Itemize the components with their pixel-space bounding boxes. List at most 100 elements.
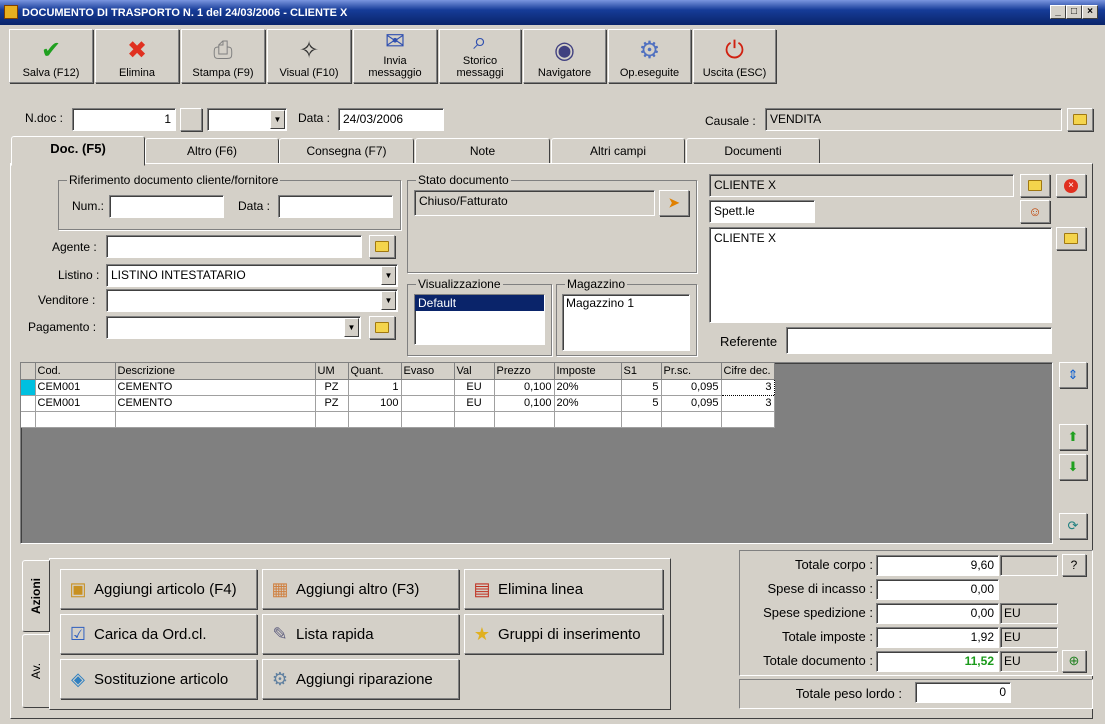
ndoc-series-select[interactable]: ▼: [207, 108, 287, 131]
gears-search-toolbar-button[interactable]: ⚙ Op.eseguite: [608, 29, 691, 83]
address-folder-button[interactable]: [1056, 227, 1086, 250]
delete-toolbar-button[interactable]: ✖ Elimina: [95, 29, 179, 83]
ndoc-input[interactable]: 1: [72, 108, 176, 131]
table-cell[interactable]: CEM001: [35, 395, 116, 412]
cliente-remove-button[interactable]: ×: [1056, 174, 1086, 197]
table-cell[interactable]: 20%: [554, 395, 622, 412]
listino-select[interactable]: LISTINO INTESTATARIO ▼: [106, 264, 398, 287]
help-button[interactable]: ?: [1062, 554, 1086, 576]
table-cell[interactable]: PZ: [315, 379, 349, 396]
add-table-button[interactable]: ▦ Aggiungi altro (F3): [262, 569, 459, 609]
table-cell[interactable]: 1: [348, 379, 402, 396]
column-header[interactable]: Evaso: [401, 363, 455, 380]
venditore-select[interactable]: ▼: [106, 289, 398, 312]
column-header[interactable]: Quant.: [348, 363, 402, 380]
column-header[interactable]: Pr.sc.: [661, 363, 722, 380]
visualizzazione-item[interactable]: Default: [415, 295, 544, 311]
table-cell[interactable]: [661, 411, 722, 428]
table-cell[interactable]: [348, 411, 402, 428]
table-cell[interactable]: 0,095: [661, 395, 722, 412]
close-window-button[interactable]: ×: [1082, 5, 1098, 19]
table-cell[interactable]: 0,100: [494, 379, 555, 396]
refresh-button[interactable]: ⟳: [1059, 513, 1087, 539]
agente-folder-button[interactable]: [369, 235, 395, 258]
table-cell[interactable]: [494, 411, 555, 428]
table-cell[interactable]: [401, 411, 455, 428]
minimize-button[interactable]: _: [1050, 5, 1066, 19]
spese-spedizione-value[interactable]: 0,00: [876, 603, 999, 624]
table-cell[interactable]: [454, 411, 495, 428]
table-cell[interactable]: EU: [454, 379, 495, 396]
column-header[interactable]: Cod.: [35, 363, 116, 380]
message-history-toolbar-button[interactable]: ⌕ Storico messaggi: [439, 29, 521, 83]
table-cell[interactable]: 5: [621, 395, 662, 412]
move-down-button[interactable]: ⬇: [1059, 454, 1087, 480]
load-order-button[interactable]: ☑ Carica da Ord.cl.: [60, 614, 257, 654]
table-cell[interactable]: 0,100: [494, 395, 555, 412]
column-header[interactable]: Prezzo: [494, 363, 555, 380]
table-cell[interactable]: CEMENTO: [115, 395, 316, 412]
save-toolbar-button[interactable]: ✔ Salva (F12): [9, 29, 93, 83]
exit-power-toolbar-button[interactable]: ⏻ Uscita (ESC): [693, 29, 776, 83]
cliente-contact-button[interactable]: ☺: [1020, 200, 1050, 223]
table-cell[interactable]: CEM001: [35, 379, 116, 396]
send-message-toolbar-button[interactable]: ✉ Invia messaggio: [353, 29, 437, 83]
table-cell[interactable]: 3: [720, 378, 775, 396]
quick-list-button[interactable]: ✎ Lista rapida: [262, 614, 459, 654]
tab-azioni[interactable]: Azioni: [22, 560, 50, 632]
table-row[interactable]: CEM001 CEMENTO PZ 1 EU 0,100 20% 5 0,095 3: [21, 378, 775, 396]
table-row-empty[interactable]: [21, 411, 775, 428]
zoom-total-button[interactable]: ⊕: [1062, 650, 1086, 672]
table-cell[interactable]: [315, 411, 349, 428]
compass-toolbar-button[interactable]: ◉ Navigatore: [523, 29, 606, 83]
chevron-down-icon[interactable]: ▼: [270, 110, 285, 129]
cliente-folder-button[interactable]: [1020, 174, 1050, 197]
table-cell[interactable]: [721, 411, 775, 428]
table-cell[interactable]: CEMENTO: [115, 379, 316, 396]
repair-gear-button[interactable]: ⚙ Aggiungi riparazione: [262, 659, 459, 699]
spese-incasso-value[interactable]: 0,00: [876, 579, 999, 600]
stato-change-button[interactable]: ➤: [659, 190, 689, 216]
table-row[interactable]: CEM001 CEMENTO PZ 100 EU 0,100 20% 5 0,095 3: [21, 395, 775, 412]
chevron-down-icon[interactable]: ▼: [381, 266, 396, 285]
visualizzazione-list[interactable]: Default: [414, 294, 545, 345]
tab-6[interactable]: Documenti: [686, 138, 820, 164]
row-indicator[interactable]: [21, 411, 36, 428]
sort-button[interactable]: ⇕: [1059, 362, 1087, 388]
tab-1[interactable]: Doc. (F5): [11, 136, 145, 166]
cliente-address-field[interactable]: CLIENTE X: [709, 227, 1052, 323]
tab-2[interactable]: Altro (F6): [145, 138, 279, 164]
column-header[interactable]: Imposte: [554, 363, 622, 380]
move-up-button[interactable]: ⬆: [1059, 424, 1087, 450]
data-input[interactable]: 24/03/2006: [338, 108, 444, 131]
table-cell[interactable]: PZ: [315, 395, 349, 412]
table-cell[interactable]: 20%: [554, 379, 622, 396]
maximize-button[interactable]: □: [1066, 5, 1082, 19]
table-cell[interactable]: 5: [621, 379, 662, 396]
chevron-down-icon[interactable]: ▼: [344, 318, 359, 337]
tab-4[interactable]: Note: [415, 138, 550, 164]
row-indicator[interactable]: [21, 395, 36, 412]
tab-avanzate[interactable]: Av.: [22, 634, 50, 708]
row-indicator[interactable]: [21, 379, 36, 396]
magazzino-list[interactable]: Magazzino 1: [562, 294, 690, 351]
table-cell[interactable]: [401, 379, 455, 396]
table-cell[interactable]: [554, 411, 622, 428]
table-cell[interactable]: [401, 395, 455, 412]
delete-line-button[interactable]: ▤ Elimina linea: [464, 569, 663, 609]
magazzino-item[interactable]: Magazzino 1: [563, 295, 689, 311]
column-header[interactable]: Descrizione: [115, 363, 316, 380]
column-header[interactable]: Val: [454, 363, 495, 380]
tab-5[interactable]: Altri campi: [551, 138, 685, 164]
star-group-button[interactable]: ★ Gruppi di inserimento: [464, 614, 663, 654]
replace-item-button[interactable]: ◈ Sostituzione articolo: [60, 659, 257, 699]
items-grid[interactable]: Cod. Descrizione UM Quant. Evaso Val Prezzo Imp…: [20, 362, 1053, 544]
table-cell[interactable]: [621, 411, 662, 428]
ndoc-button[interactable]: [180, 108, 202, 131]
add-box-button[interactable]: ▣ Aggiungi articolo (F4): [60, 569, 257, 609]
rif-num-input[interactable]: [109, 195, 224, 218]
column-header[interactable]: S1: [621, 363, 662, 380]
table-cell[interactable]: EU: [454, 395, 495, 412]
table-cell[interactable]: 3: [721, 395, 775, 412]
column-header[interactable]: Cifre dec.: [721, 363, 775, 380]
